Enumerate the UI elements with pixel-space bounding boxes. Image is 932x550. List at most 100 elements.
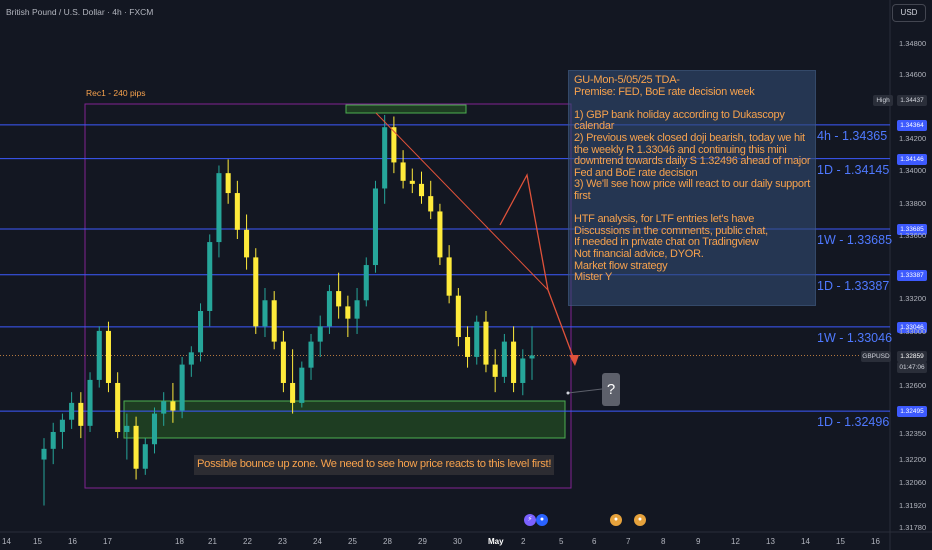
candle (299, 361, 305, 408)
candle-body (105, 330, 111, 383)
candle (400, 150, 406, 189)
note-line: Fed and BoE rate decision (574, 166, 698, 179)
countdown-tag: 01:47:06 (897, 361, 927, 373)
candle-body (474, 321, 480, 357)
price-tick-label: 1.32600 (899, 381, 927, 390)
question-callout[interactable]: ? (602, 373, 620, 406)
candle-body (69, 402, 75, 420)
high-price-tag: 1.34437 (897, 95, 927, 106)
projection-path (499, 173, 576, 363)
candle-body (446, 257, 452, 296)
currency-button[interactable]: USD (892, 4, 926, 22)
candle (428, 180, 434, 220)
high-label: High (873, 95, 893, 106)
candle (59, 413, 65, 449)
level-price-tag[interactable]: 1.33387 (897, 269, 927, 281)
candle (151, 407, 158, 454)
candle (455, 288, 461, 347)
candle (492, 349, 498, 393)
note-line: 2) Previous week closed doji bearish, to… (574, 132, 805, 144)
candle (409, 168, 415, 194)
level-price-tag[interactable]: 1.32495 (897, 406, 927, 418)
resistance-zone (345, 104, 467, 114)
date-tick-label: 14 (2, 537, 11, 546)
candle-body (529, 355, 535, 359)
candle-body (115, 382, 121, 432)
candle (363, 257, 369, 307)
candle (69, 392, 75, 429)
callout-connector (567, 388, 603, 394)
candle-body (78, 402, 84, 426)
candle (308, 333, 314, 380)
candle-body (262, 300, 268, 327)
note-line: GU-Mon-5/05/25 TDA- (574, 74, 680, 86)
candle-body (418, 183, 425, 197)
candle-body (391, 127, 397, 163)
price-tick-label: 1.32350 (899, 429, 927, 438)
level-label: 4h - 1.34365 (817, 128, 888, 143)
candle-body (87, 379, 93, 426)
candle (336, 272, 342, 319)
candle-body (511, 341, 517, 383)
date-tick-label: 12 (731, 537, 740, 546)
note-line: If needed in private chat on Tradingview (574, 236, 759, 249)
note-line: Mister Y (574, 271, 613, 284)
last-price-tag[interactable]: 1.32859 (897, 350, 927, 362)
lightning-event-icon[interactable]: ⚡ (524, 514, 536, 526)
price-tick-label: 1.33800 (899, 199, 927, 208)
candle (280, 330, 286, 393)
candle-body (501, 341, 507, 377)
chart-area[interactable]: British Pound / U.S. Dollar · 4h · FXCM … (0, 0, 932, 550)
candle (115, 372, 121, 439)
trendline (375, 112, 549, 291)
candle-body (253, 257, 259, 327)
candle (372, 180, 379, 273)
candle-body (520, 358, 526, 383)
note-line: Premise: FED, BoE rate decision week (574, 85, 755, 98)
candle-body (244, 229, 250, 258)
candle-body (308, 341, 314, 368)
flag-event-icon[interactable]: ● (536, 514, 548, 526)
date-tick-label: 30 (453, 537, 462, 546)
candle (41, 438, 47, 506)
candle-body (124, 425, 130, 432)
price-tick-label: 1.32060 (899, 478, 927, 487)
date-tick-label: 15 (836, 537, 845, 546)
candle (317, 315, 323, 357)
level-price-tag[interactable]: 1.34364 (897, 119, 927, 131)
flag-event-icon[interactable]: ● (634, 514, 646, 526)
note-line: 1) GBP bank holiday according to Dukasco… (574, 108, 785, 121)
date-tick-label: 16 (871, 537, 880, 546)
candle-body (372, 188, 379, 266)
candle-body (345, 306, 351, 319)
date-tick-label: 7 (626, 537, 631, 546)
candle-body (50, 431, 56, 449)
date-tick-label: 22 (243, 537, 252, 546)
note-line: the weekly R 1.33046 and continuing this… (574, 143, 787, 156)
level-label: 1W - 1.33685 (817, 233, 893, 248)
candle (188, 346, 194, 377)
candle-body (317, 326, 323, 342)
candle-body (455, 295, 461, 338)
level-price-tag[interactable]: 1.34146 (897, 153, 927, 165)
candle (262, 288, 268, 338)
candle (234, 180, 240, 240)
date-tick-label: 29 (418, 537, 427, 546)
candle-body (492, 364, 498, 377)
flag-event-icon[interactable]: ● (610, 514, 622, 526)
date-tick-label: 15 (33, 537, 42, 546)
candle (437, 203, 443, 266)
candle (511, 326, 517, 393)
candle (483, 310, 489, 373)
level-label: 1D - 1.32496 (817, 415, 890, 430)
candle (529, 326, 535, 380)
candle (345, 295, 351, 338)
candle-body (382, 127, 388, 189)
candle-body (400, 162, 406, 181)
date-tick-label: 24 (313, 537, 322, 546)
note-line: Market flow strategy (574, 259, 668, 272)
candle (465, 326, 471, 368)
candle-body (207, 242, 213, 311)
candle (216, 165, 222, 258)
candle (382, 114, 388, 204)
